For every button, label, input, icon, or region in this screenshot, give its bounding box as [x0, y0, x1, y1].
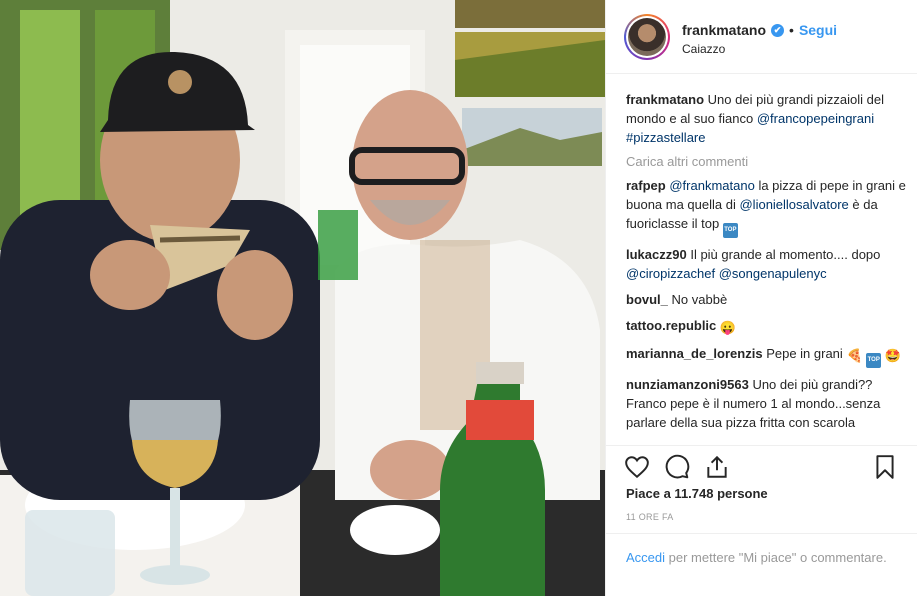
caption-mention[interactable]: @francopepeingrani	[757, 111, 874, 126]
comment-item: bovul_ No vabbè	[626, 290, 910, 309]
bookmark-icon[interactable]	[872, 454, 898, 480]
comment-username[interactable]: tattoo.republic	[626, 318, 716, 333]
avatar-image	[628, 18, 666, 56]
separator-dot: •	[789, 22, 794, 38]
caption: frankmatano Uno dei più grandi pizzaioli…	[626, 90, 910, 147]
post-photo[interactable]	[0, 0, 605, 596]
comment-mention[interactable]: @songenapulenyc	[719, 266, 827, 281]
location-link[interactable]: Caiazzo	[682, 42, 725, 56]
comment-mention[interactable]: @lioniellosalvatore	[739, 197, 848, 212]
photo-illustration	[0, 0, 605, 596]
comment-username[interactable]: marianna_de_lorenzis	[626, 346, 763, 361]
top-emoji-icon: TOP	[722, 223, 738, 238]
comment-icon[interactable]	[664, 454, 690, 480]
header-user-row: frankmatano ✔ • Segui	[682, 22, 837, 38]
likes-count[interactable]: Piace a 11.748 persone	[626, 486, 768, 501]
post-sidebar: frankmatano ✔ • Segui Caiazzo frankmatan…	[605, 0, 917, 596]
comment-item: rafpep @frankmatano la pizza di pepe in …	[626, 176, 910, 238]
share-icon[interactable]	[704, 454, 730, 480]
top-emoji-icon: TOP	[866, 353, 882, 368]
tongue-emoji-icon: 😛	[719, 320, 737, 335]
comment-username[interactable]: rafpep	[626, 178, 666, 193]
follow-button[interactable]: Segui	[799, 22, 837, 38]
comment-username[interactable]: bovul_	[626, 292, 668, 307]
header-username[interactable]: frankmatano	[682, 22, 766, 38]
avatar[interactable]	[624, 14, 670, 60]
comment-mention[interactable]: @ciropizzachef	[626, 266, 715, 281]
login-link[interactable]: Accedi	[626, 550, 665, 565]
comment-item: tattoo.republic 😛	[626, 316, 910, 337]
comment-item: lukaczz90 Il più grande al momento.... d…	[626, 245, 910, 283]
comment-username[interactable]: nunziamanzoni9563	[626, 377, 749, 392]
star-struck-emoji-icon: 🤩	[884, 348, 902, 363]
post-timestamp: 11 ORE FA	[626, 512, 674, 522]
comment-mention[interactable]: @frankmatano	[669, 178, 754, 193]
heart-icon[interactable]	[624, 454, 650, 480]
action-bar	[606, 445, 917, 485]
post-header: frankmatano ✔ • Segui Caiazzo	[606, 0, 917, 74]
login-prompt: Accedi per mettere "Mi piace" o commenta…	[606, 533, 917, 596]
comment-text: Pepe in grani	[766, 346, 843, 361]
comment-item: marianna_de_lorenzis Pepe in grani 🍕 TOP…	[626, 344, 910, 368]
caption-username[interactable]: frankmatano	[626, 92, 704, 107]
verified-icon: ✔	[771, 23, 785, 37]
comments-list[interactable]: frankmatano Uno dei più grandi pizzaioli…	[626, 90, 910, 442]
caption-hashtag[interactable]: #pizzastellare	[626, 130, 706, 145]
comment-item: nunziamanzoni9563 Uno dei più grandi?? F…	[626, 375, 910, 432]
post-view: frankmatano ✔ • Segui Caiazzo frankmatan…	[0, 0, 917, 596]
comment-username[interactable]: lukaczz90	[626, 247, 687, 262]
pizza-emoji-icon: 🍕	[846, 348, 863, 363]
comment-text: No vabbè	[671, 292, 728, 307]
load-more-comments-button[interactable]: Carica altri commenti	[626, 154, 910, 169]
comment-text: Il più grande al momento.... dopo	[690, 247, 881, 262]
login-prompt-text: per mettere "Mi piace" o commentare.	[668, 550, 887, 565]
